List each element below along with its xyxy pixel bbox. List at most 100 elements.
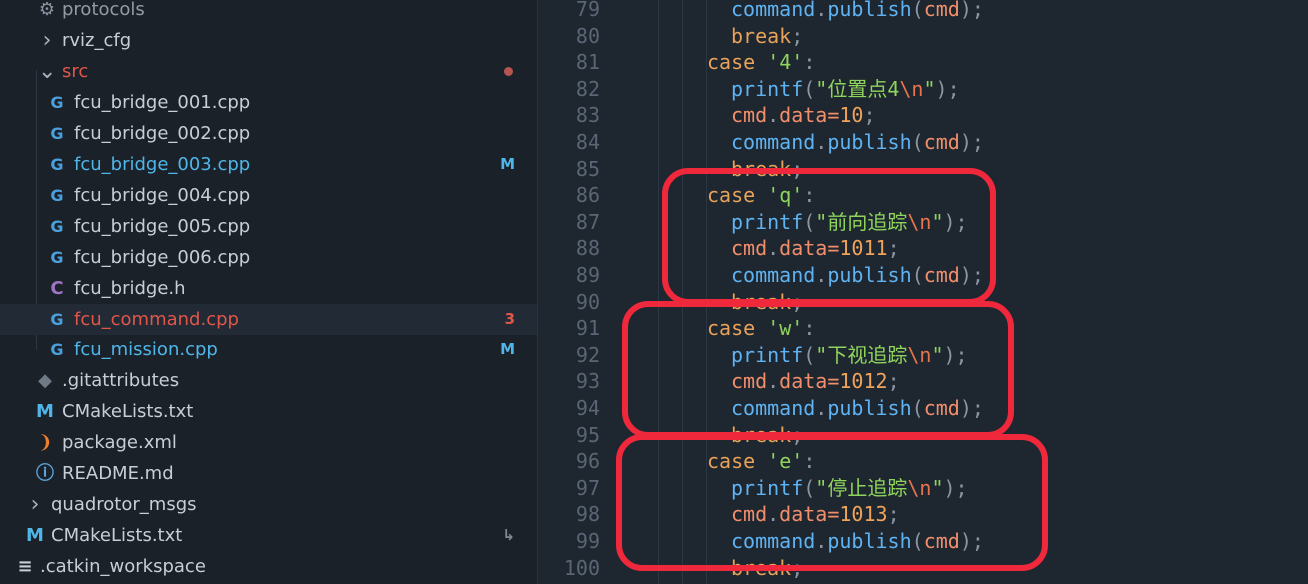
tree-item-label: README.md [62,463,174,485]
code-token: ); [959,0,984,21]
code-text: command.publish(cmd); [731,0,984,23]
tree-item[interactable]: Gfcu_bridge_001.cpp [0,87,537,118]
code-editor[interactable]: 79 command.publish(cmd); 80 break; 81 case '4… [538,0,1308,584]
code-token: cmd [923,130,960,154]
code-token: '4' [767,50,804,75]
line-number: 85 [575,156,600,181]
tree-item[interactable]: Gfcu_bridge_005.cpp [0,211,537,242]
code-token: publish [827,130,912,154]
code-line: 82 printf("位置点4\n"); [538,76,1308,103]
tree-item-label: CMakeLists.txt [62,401,194,423]
code-token: publish [827,0,912,21]
tree-item[interactable]: ⚙ protocols [0,0,537,25]
code-token: cmd [731,103,768,128]
gear-icon: ⚙ [38,0,56,20]
code-token: ; [863,103,876,128]
tree-item-label: fcu_bridge_006.cpp [74,246,251,268]
line-number: 83 [575,103,600,128]
tree-item-label: fcu_bridge_005.cpp [74,215,251,237]
tree-item[interactable]: ◆ .gitattributes [0,365,537,396]
line-number: 82 [575,76,600,101]
tree-item-label: fcu_bridge_001.cpp [74,91,251,113]
tree-item[interactable]: M CMakeLists.txt ↳ [0,520,537,551]
tree-item[interactable]: › quadrotor_msgs [0,489,537,520]
tree-item-label: fcu_bridge_004.cpp [74,184,251,206]
code-text: printf("位置点4\n"); [731,76,960,103]
git-status-badge: ↳ [502,526,515,545]
tree-item[interactable]: ❩ package.xml [0,427,537,458]
tree-item-label: .catkin_workspace [40,556,206,578]
cpp-file-icon: G [50,216,64,236]
tree-item[interactable]: Gfcu_bridge_004.cpp [0,180,537,211]
code-token: . [815,130,828,154]
code-token: . [767,103,780,128]
tree-item[interactable]: ⓘ README.md [0,458,537,489]
code-token: ); [959,130,984,154]
code-text: case '4': [707,49,815,76]
tree-item-label: src [62,60,89,82]
c-header-icon: C [50,277,64,299]
line-number: 92 [575,342,600,367]
code-token: "位置点4 [815,76,900,101]
line-number: 81 [575,50,600,75]
code-text: cmd.data=10; [731,102,876,129]
code-token: data [779,103,828,128]
line-number: 89 [575,263,600,287]
tree-item-label: CMakeLists.txt [51,525,183,547]
code-token: " [923,76,936,101]
tree-item[interactable]: › rviz_cfg [0,25,537,56]
code-token: ( [911,0,924,21]
tree-item[interactable]: Gfcu_command.cpp 3 [0,303,537,335]
code-token: command [731,130,816,154]
code-token: ); [935,76,960,101]
tree-item-label: fcu_command.cpp [74,308,239,330]
tree-item-label: protocols [62,0,145,20]
line-number: 90 [575,289,600,314]
tree-item[interactable]: Cfcu_bridge.h [0,273,537,304]
code-text: command.publish(cmd); [731,129,984,156]
code-token: : [803,50,816,75]
tree-item-label: rviz_cfg [62,29,132,51]
line-number: 96 [575,449,600,474]
cmake-icon: M [36,401,54,423]
tree-item[interactable]: Gfcu_bridge_003.cpp M [0,149,537,180]
code-token: case [707,50,756,75]
cmake-icon: M [26,525,44,547]
tree-item[interactable]: ⌄ src [0,56,537,87]
cpp-file-icon: G [50,309,64,329]
lines-icon: ≡ [17,556,33,578]
code-text: break; [731,23,803,50]
code-token: command [731,0,816,21]
line-number: 93 [575,369,600,394]
tree-item-label: fcu_mission.cpp [74,339,218,361]
code-token: \n [899,76,924,101]
tree-item[interactable]: Gfcu_bridge_006.cpp [0,242,537,273]
cpp-file-icon: G [50,123,64,143]
code-line: 79 command.publish(cmd); [538,0,1308,23]
line-number: 88 [575,236,600,261]
line-number: 91 [575,316,600,341]
code-token: ( [803,76,816,101]
tree-item[interactable]: ≡ .catkin_workspace [0,551,537,582]
tree-item[interactable]: Gfcu_mission.cpp M [0,334,537,365]
code-token: 10 [839,103,864,128]
rss-icon: ❩ [37,432,53,454]
line-number: 87 [575,209,600,234]
code-token: = [827,103,840,128]
code-token: ( [911,130,924,154]
line-number: 94 [575,396,600,420]
highlight-box-case-e-block [616,434,1048,571]
line-number: 100 [563,555,600,580]
tree-item[interactable]: M CMakeLists.txt [0,396,537,427]
git-status-badge: 3 [504,309,515,328]
code-token: break [731,23,792,48]
file-explorer: ⚙ protocols › rviz_cfg ⌄ src Gfcu_bridge_001.c… [0,0,538,584]
line-number: 86 [575,183,600,208]
git-status-badge: M [500,340,515,359]
tree-item[interactable]: Gfcu_bridge_002.cpp [0,118,537,149]
code-line: 83 cmd.data=10; [538,102,1308,129]
cpp-file-icon: G [50,154,64,174]
code-line: 80 break; [538,23,1308,50]
highlight-box-case-w-block [622,301,1014,438]
